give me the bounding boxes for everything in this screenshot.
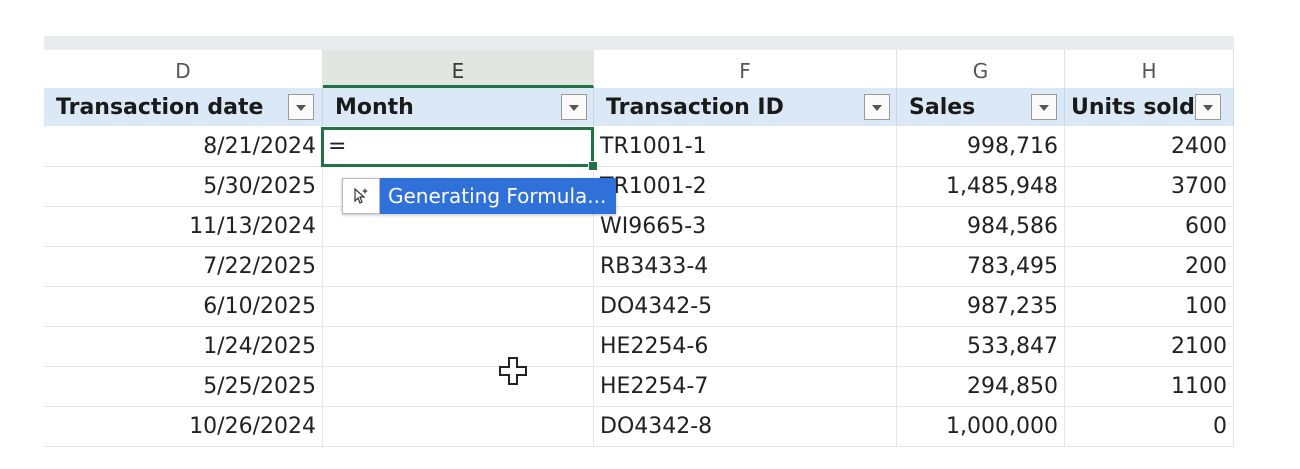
cell-transaction-id[interactable]: TR1001-1	[594, 127, 897, 166]
cell-month[interactable]	[323, 327, 594, 366]
cell-units-sold[interactable]: 100	[1065, 287, 1234, 326]
cell-units-sold[interactable]: 3700	[1065, 167, 1234, 206]
cell-month[interactable]	[323, 287, 594, 326]
column-letter-g[interactable]: G	[897, 50, 1065, 88]
cell-transaction-id[interactable]: WI9665-3	[594, 207, 897, 246]
cell-transaction-date[interactable]: 1/24/2025	[44, 327, 323, 366]
cell-sales[interactable]: 294,850	[897, 367, 1065, 406]
cell-sales[interactable]: 987,235	[897, 287, 1065, 326]
sparkle-pointer-icon	[342, 178, 380, 214]
header-month[interactable]: Month	[323, 88, 594, 126]
cell-transaction-id[interactable]: TR1001-2	[594, 167, 897, 206]
header-label: Month	[335, 95, 414, 120]
cell-transaction-id[interactable]: HE2254-7	[594, 367, 897, 406]
table-header-row: Transaction date Month Transaction ID Sa…	[44, 88, 1234, 126]
header-label: Sales	[909, 95, 976, 120]
column-letter-h[interactable]: H	[1065, 50, 1234, 88]
table-row: 5/30/2025 TR1001-2 1,485,948 3700	[44, 167, 1234, 207]
cell-transaction-date[interactable]: 5/25/2025	[44, 367, 323, 406]
cell-units-sold[interactable]: 2400	[1065, 127, 1234, 166]
cell-sales[interactable]: 783,495	[897, 247, 1065, 286]
cell-units-sold[interactable]: 0	[1065, 407, 1234, 446]
cell-units-sold[interactable]: 1100	[1065, 367, 1234, 406]
cell-transaction-date[interactable]: 8/21/2024	[44, 127, 323, 166]
cell-transaction-date[interactable]: 11/13/2024	[44, 207, 323, 246]
fill-handle[interactable]	[588, 161, 598, 171]
generating-formula-popup: Generating Formula...	[342, 178, 617, 214]
column-letter-d[interactable]: D	[44, 50, 323, 88]
cell-month[interactable]	[323, 247, 594, 286]
table-row: 1/24/2025 HE2254-6 533,847 2100	[44, 327, 1234, 367]
cell-transaction-id[interactable]: RB3433-4	[594, 247, 897, 286]
cell-month[interactable]	[323, 407, 594, 446]
generating-formula-label: Generating Formula...	[380, 178, 617, 214]
cell-transaction-date[interactable]: 6/10/2025	[44, 287, 323, 326]
cell-sales[interactable]: 533,847	[897, 327, 1065, 366]
column-letter-e[interactable]: E	[323, 50, 594, 88]
header-label: Transaction ID	[606, 95, 784, 120]
header-units-sold[interactable]: Units sold	[1065, 88, 1234, 126]
cell-transaction-date[interactable]: 5/30/2025	[44, 167, 323, 206]
header-label: Transaction date	[56, 95, 264, 120]
cell-transaction-id[interactable]: HE2254-6	[594, 327, 897, 366]
filter-dropdown-icon[interactable]	[561, 94, 587, 120]
filter-dropdown-icon[interactable]	[1031, 94, 1057, 120]
cell-units-sold[interactable]: 2100	[1065, 327, 1234, 366]
table-row: 5/25/2025 HE2254-7 294,850 1100	[44, 367, 1234, 407]
cell-sales[interactable]: 1,485,948	[897, 167, 1065, 206]
table-row: 10/26/2024 DO4342-8 1,000,000 0	[44, 407, 1234, 447]
table-row: 6/10/2025 DO4342-5 987,235 100	[44, 287, 1234, 327]
table-row: 7/22/2025 RB3433-4 783,495 200	[44, 247, 1234, 287]
cell-units-sold[interactable]: 200	[1065, 247, 1234, 286]
ribbon-edge	[44, 36, 1234, 51]
active-cell-e2[interactable]: =	[321, 127, 594, 167]
spreadsheet-grid: D E F G H Transaction date Month Transac…	[44, 36, 1234, 469]
filter-dropdown-icon[interactable]	[288, 94, 314, 120]
cell-sales[interactable]: 1,000,000	[897, 407, 1065, 446]
header-label: Units sold	[1071, 95, 1195, 120]
column-letter-f[interactable]: F	[594, 50, 897, 88]
cell-transaction-date[interactable]: 10/26/2024	[44, 407, 323, 446]
filter-dropdown-icon[interactable]	[864, 94, 890, 120]
cell-units-sold[interactable]: 600	[1065, 207, 1234, 246]
cell-select-cursor-icon	[499, 357, 527, 385]
filter-dropdown-icon[interactable]	[1195, 94, 1221, 120]
cell-month[interactable]	[323, 367, 594, 406]
header-transaction-id[interactable]: Transaction ID	[594, 88, 897, 126]
table-row: 8/21/2024 TR1001-1 998,716 2400	[44, 127, 1234, 167]
cell-sales[interactable]: 998,716	[897, 127, 1065, 166]
cell-transaction-id[interactable]: DO4342-5	[594, 287, 897, 326]
column-letter-bar: D E F G H	[44, 50, 1234, 88]
table-row: 11/13/2024 WI9665-3 984,586 600	[44, 207, 1234, 247]
header-transaction-date[interactable]: Transaction date	[44, 88, 323, 126]
cell-transaction-date[interactable]: 7/22/2025	[44, 247, 323, 286]
cell-sales[interactable]: 984,586	[897, 207, 1065, 246]
cell-transaction-id[interactable]: DO4342-8	[594, 407, 897, 446]
active-cell-value[interactable]: =	[324, 130, 591, 164]
header-sales[interactable]: Sales	[897, 88, 1065, 126]
